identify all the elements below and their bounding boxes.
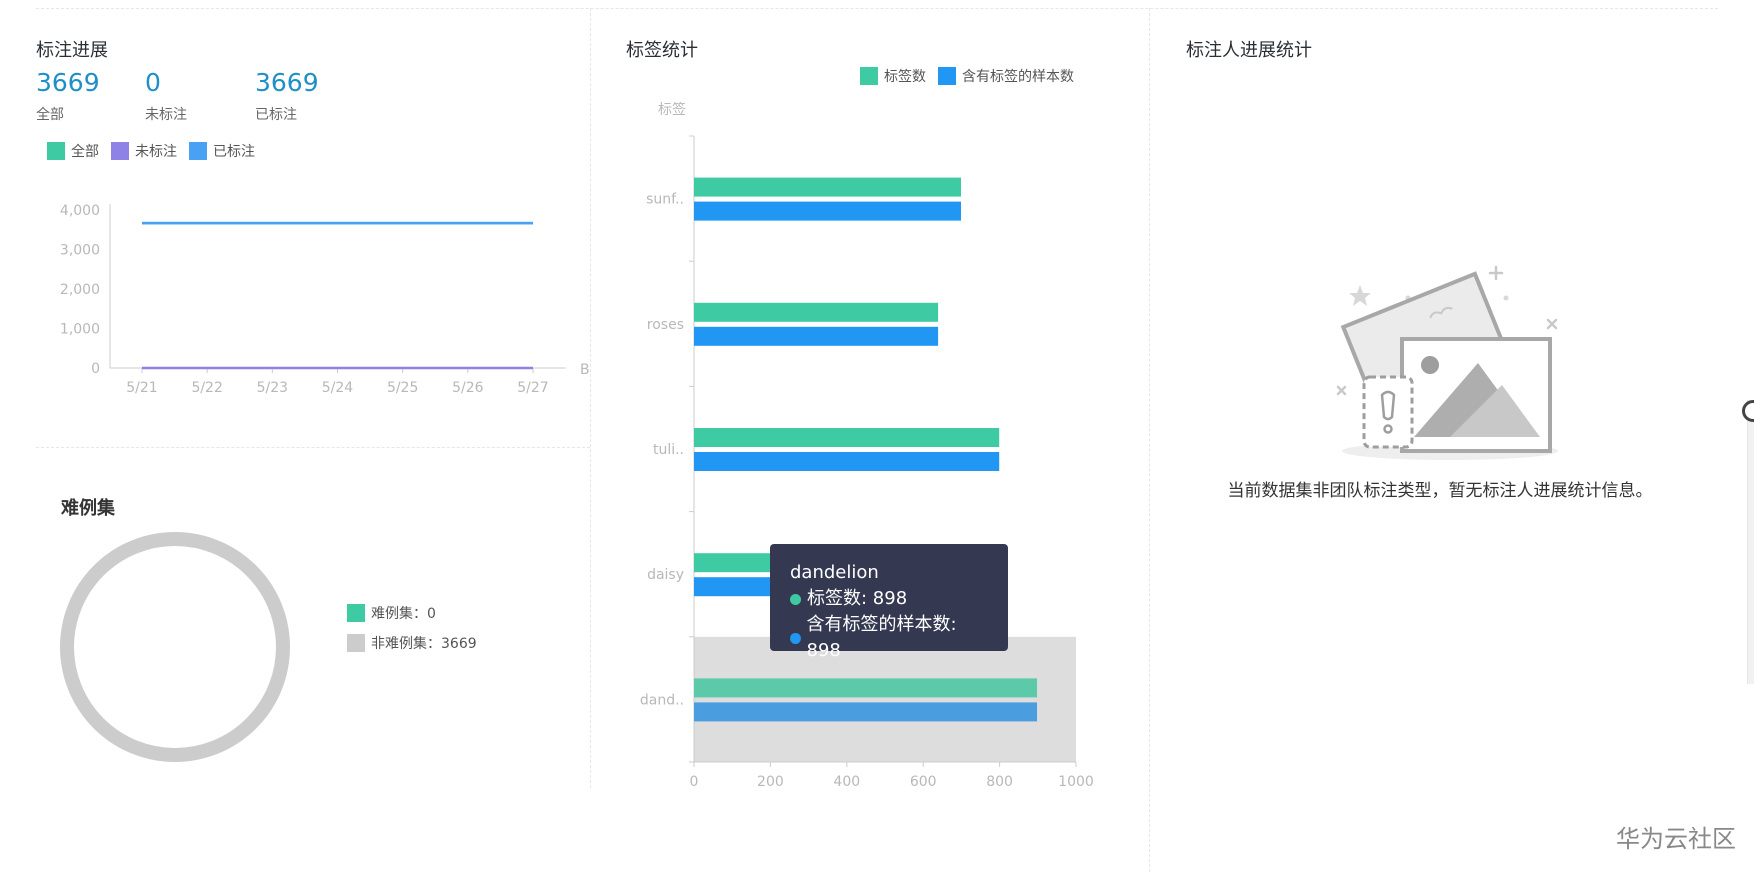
hard-legend-item-hard[interactable]: 难例集：0 <box>347 603 436 623</box>
y-tick-label: daisy <box>647 567 684 583</box>
stat-labeled-label: 已标注 <box>255 107 297 123</box>
y-axis-name: 标签 <box>658 101 686 118</box>
progress-title: 标注进展 <box>36 40 108 61</box>
y-tick-label: tuli.. <box>653 442 684 458</box>
legend-swatch <box>860 67 878 85</box>
label-bar-chart[interactable]: 标签 sunf.. roses tuli.. daisy dand.. 0 200 400 600… <box>600 90 1120 800</box>
x-tick-label: 5/26 <box>452 380 484 396</box>
x-tick-label: 5/21 <box>126 380 157 396</box>
legend-label: 未标注 <box>135 144 177 160</box>
legend-swatch <box>189 142 207 160</box>
bar-dand-0 <box>694 678 1038 698</box>
bar-tuli-1 <box>694 452 1000 471</box>
stat-total-label: 全部 <box>36 107 64 123</box>
legend-label: 非难例集：3669 <box>371 636 477 652</box>
bar-sunf-1 <box>694 201 962 221</box>
watermark: 华为云社区 <box>1616 825 1736 853</box>
label-stats-legend: 标签数 含有标签的样本数 <box>860 66 1086 86</box>
legend-item-labeled[interactable]: 已标注 <box>189 141 255 161</box>
tooltip-row: 含有标签的样本数: 898 <box>790 612 988 664</box>
legend-item-sample-count[interactable]: 含有标签的样本数 <box>938 66 1074 86</box>
x-tick-label: 5/22 <box>191 380 222 396</box>
bar-tooltip: dandelion 标签数: 898 含有标签的样本数: 898 <box>770 544 1008 661</box>
legend-swatch <box>347 604 365 622</box>
legend-item-total[interactable]: 全部 <box>47 141 99 161</box>
donut-ring-non-hard <box>60 532 290 762</box>
bar-dand-1 <box>694 702 1038 722</box>
x-tick-label: 5/23 <box>257 380 288 396</box>
y-tick-label: roses <box>647 317 684 333</box>
stat-unlabeled-value: 0 <box>145 68 161 97</box>
legend-swatch <box>347 634 365 652</box>
y-tick-label: dand.. <box>640 692 684 708</box>
y-tick-label: 2,000 <box>60 282 100 298</box>
empty-image-icon <box>1336 265 1558 460</box>
legend-swatch <box>111 142 129 160</box>
x-axis-name: B <box>580 362 590 378</box>
tooltip-row-text: 标签数: 898 <box>807 588 908 609</box>
x-tick-label: 5/25 <box>387 380 418 396</box>
tooltip-row: 标签数: 898 <box>790 586 988 612</box>
legend-label: 全部 <box>71 144 99 160</box>
hard-donut-chart[interactable] <box>56 528 296 768</box>
y-tick-label: 1,000 <box>60 322 100 338</box>
side-drawer-handle[interactable] <box>1747 400 1754 684</box>
top-divider <box>36 8 1718 9</box>
divider-progress-hard <box>36 447 590 448</box>
tooltip-title: dandelion <box>790 562 879 583</box>
x-tick-label: 1000 <box>1058 774 1094 790</box>
bar-roses-0 <box>694 302 939 322</box>
stat-labeled-value: 3669 <box>255 68 319 97</box>
stat-total-value: 3669 <box>36 68 100 97</box>
y-tick-label: sunf.. <box>646 192 684 208</box>
annotator-title: 标注人进展统计 <box>1186 40 1312 61</box>
hard-title: 难例集 <box>61 498 115 519</box>
legend-label: 已标注 <box>213 144 255 160</box>
label-stats-title: 标签统计 <box>626 40 698 61</box>
legend-label: 含有标签的样本数 <box>962 69 1074 85</box>
legend-label: 难例集：0 <box>371 606 436 622</box>
legend-label: 标签数 <box>884 69 926 85</box>
hard-legend-item-non-hard[interactable]: 非难例集：3669 <box>347 633 477 653</box>
legend-swatch <box>938 67 956 85</box>
y-tick-label: 4,000 <box>60 203 100 219</box>
legend-item-label-count[interactable]: 标签数 <box>860 66 926 86</box>
legend-swatch <box>47 142 65 160</box>
annotator-empty-message: 当前数据集非团队标注类型，暂无标注人进展统计信息。 <box>1227 481 1653 501</box>
bar-sunf-0 <box>694 177 962 197</box>
x-tick-label: 0 <box>690 774 699 790</box>
tooltip-dot <box>790 632 801 644</box>
x-tick-label: 600 <box>910 774 937 790</box>
legend-item-unlabeled[interactable]: 未标注 <box>111 141 177 161</box>
x-tick-label: 800 <box>986 774 1013 790</box>
bar-tuli-0 <box>694 428 1000 447</box>
divider-right <box>1149 8 1150 872</box>
progress-line-chart[interactable]: 0 1,000 2,000 3,000 4,000 5/21 5/22 5/23 5/24 5/2… <box>36 190 596 410</box>
bar-roses-1 <box>694 326 939 346</box>
x-tick-label: 5/27 <box>517 380 548 396</box>
y-tick-label: 0 <box>91 361 100 377</box>
progress-legend: 全部 未标注 已标注 <box>47 141 267 161</box>
x-tick-label: 400 <box>833 774 860 790</box>
x-tick-label: 200 <box>757 774 784 790</box>
x-tick-label: 5/24 <box>322 380 354 396</box>
y-tick-label: 3,000 <box>60 243 100 259</box>
tooltip-row-text: 含有标签的样本数: 898 <box>806 614 957 661</box>
help-icon[interactable] <box>1742 400 1754 422</box>
tooltip-dot <box>790 593 801 605</box>
stat-unlabeled-label: 未标注 <box>145 107 187 123</box>
